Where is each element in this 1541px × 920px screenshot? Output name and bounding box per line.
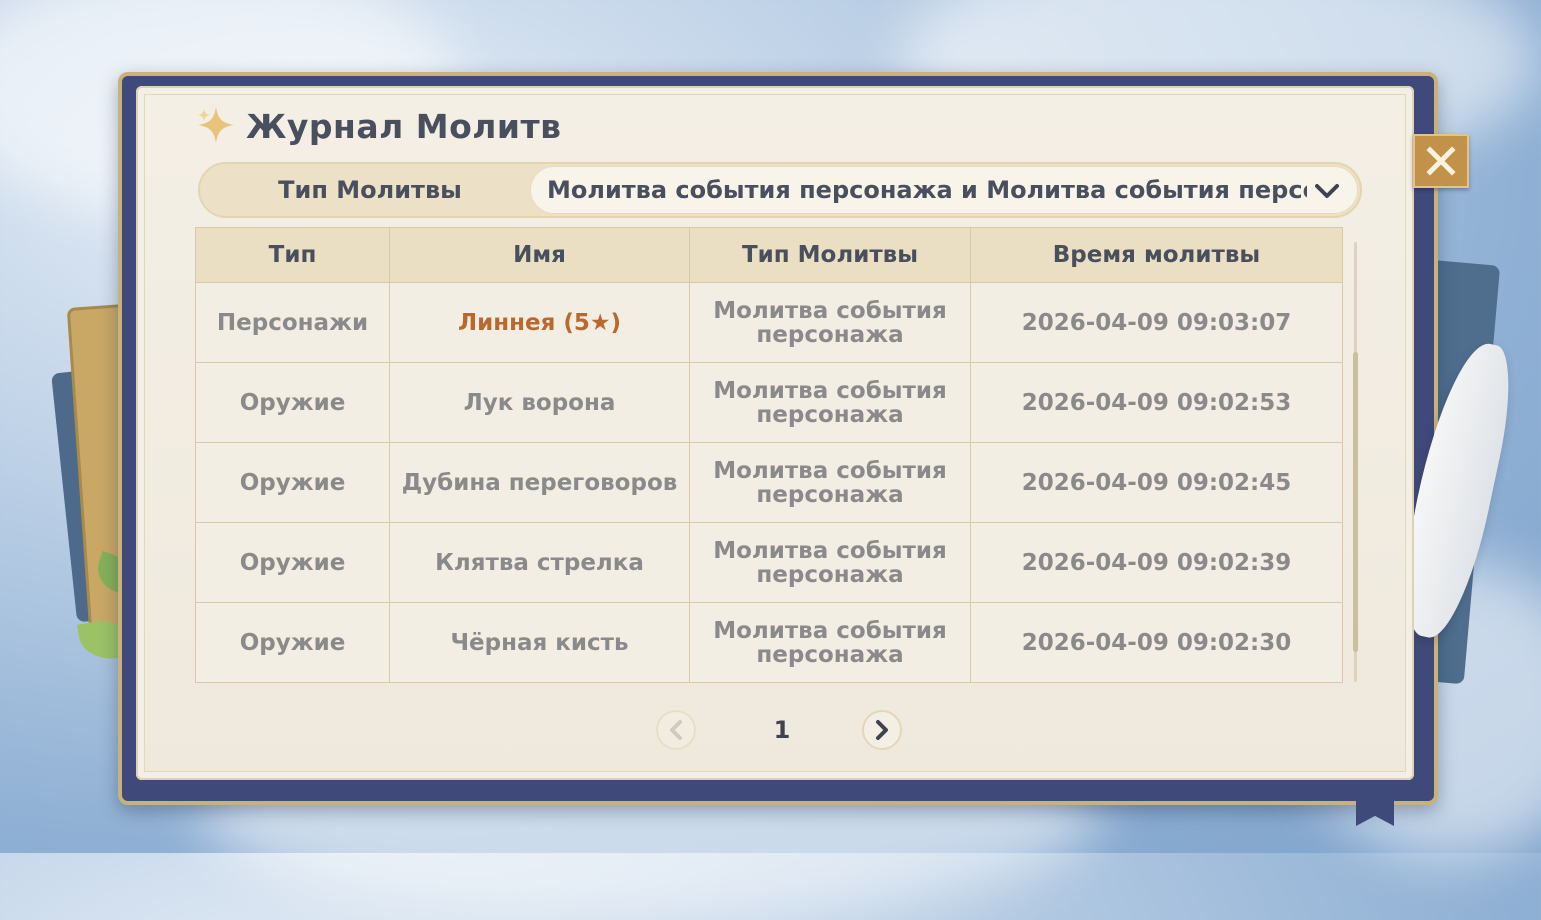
next-page-button[interactable] (862, 710, 902, 750)
cell-name: Чёрная кисть (389, 602, 690, 683)
wish-history-table: Тип Имя Тип Молитвы Время молитвы Персон… (195, 227, 1343, 683)
cell-time: 2026-04-09 09:02:53 (970, 362, 1343, 443)
table-row: Оружие Лук ворона Молитва события персон… (195, 362, 1343, 443)
column-header-banner: Тип Молитвы (689, 227, 971, 283)
current-page-number: 1 (773, 716, 791, 744)
cell-banner: Молитва события персонажа (689, 442, 971, 523)
cell-type: Персонажи (195, 282, 390, 363)
cell-name: Лук ворона (389, 362, 690, 443)
cell-banner: Молитва события персонажа (689, 282, 971, 363)
close-icon (1426, 146, 1456, 176)
dropdown-selected-value: Молитва события персонажа и Молитва собы… (547, 176, 1307, 204)
table-row: Персонажи Линнея (5★) Молитва события пе… (195, 282, 1343, 363)
sparkle-icon (198, 107, 234, 143)
cell-time: 2026-04-09 09:02:30 (970, 602, 1343, 683)
chevron-left-icon (670, 720, 682, 740)
cell-type: Оружие (195, 362, 390, 443)
cell-banner: Молитва события персонажа (689, 522, 971, 603)
cell-banner: Молитва события персонажа (689, 602, 971, 683)
banner-type-dropdown[interactable]: Молитва события персонажа и Молитва собы… (530, 166, 1358, 214)
pagination: 1 (654, 710, 906, 754)
table-scrollbar[interactable] (1349, 232, 1361, 700)
cell-type: Оружие (195, 522, 390, 603)
cell-time: 2026-04-09 09:03:07 (970, 282, 1343, 363)
table-row: Оружие Клятва стрелка Молитва события пе… (195, 522, 1343, 603)
chevron-down-icon (1315, 184, 1339, 198)
cell-name: Дубина переговоров (389, 442, 690, 523)
table-row: Оружие Чёрная кисть Молитва события перс… (195, 602, 1343, 683)
filter-label: Тип Молитвы (278, 176, 462, 204)
close-button[interactable] (1413, 134, 1469, 188)
scrollbar-thumb[interactable] (1353, 352, 1358, 652)
cell-type: Оружие (195, 442, 390, 523)
table-row: Оружие Дубина переговоров Молитва событи… (195, 442, 1343, 523)
cell-name: Линнея (5★) (389, 282, 690, 363)
cell-banner: Молитва события персонажа (689, 362, 971, 443)
prev-page-button[interactable] (656, 710, 696, 750)
title-row: Журнал Молитв (196, 104, 562, 148)
table-header-row: Тип Имя Тип Молитвы Время молитвы (195, 227, 1343, 283)
column-header-time: Время молитвы (970, 227, 1343, 283)
column-header-name: Имя (389, 227, 690, 283)
cell-time: 2026-04-09 09:02:45 (970, 442, 1343, 523)
column-header-type: Тип (195, 227, 390, 283)
page-title: Журнал Молитв (246, 106, 562, 146)
cell-type: Оружие (195, 602, 390, 683)
cell-time: 2026-04-09 09:02:39 (970, 522, 1343, 603)
banner-type-filter: Тип Молитвы Молитва события персонажа и … (198, 162, 1362, 218)
cell-name: Клятва стрелка (389, 522, 690, 603)
chevron-right-icon (876, 720, 888, 740)
